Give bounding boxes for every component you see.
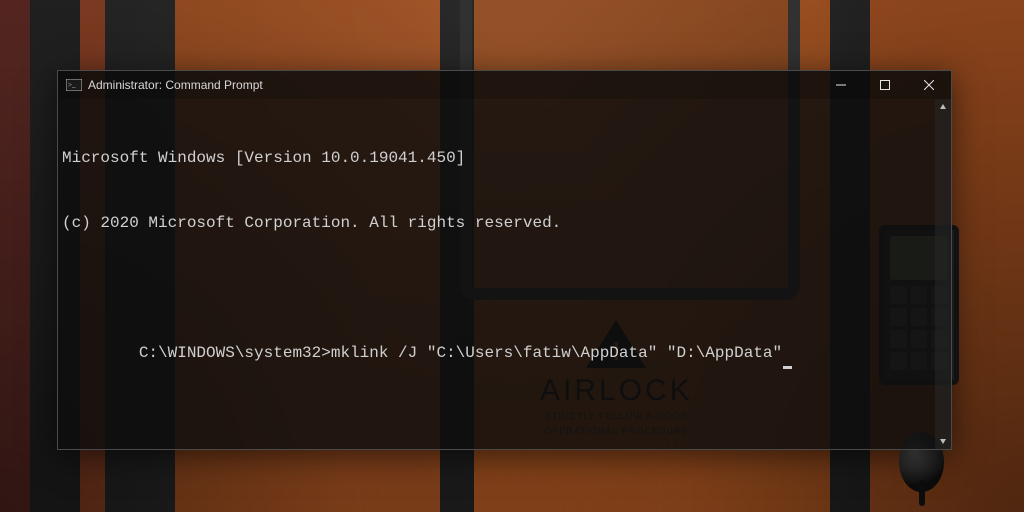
terminal-output[interactable]: Microsoft Windows [Version 10.0.19041.45…	[58, 99, 935, 449]
svg-text:>_: >_	[68, 81, 76, 89]
command-prompt-window: >_ Administrator: Command Prompt Microso…	[57, 70, 952, 450]
vertical-scrollbar[interactable]	[935, 99, 951, 449]
scroll-down-icon[interactable]	[935, 433, 951, 449]
terminal-prompt-line: C:\WINDOWS\system32>mklink /J "C:\Users\…	[62, 321, 927, 386]
terminal-prompt: C:\WINDOWS\system32>	[139, 344, 331, 362]
maximize-button[interactable]	[863, 71, 907, 99]
minimize-button[interactable]	[819, 71, 863, 99]
text-cursor	[783, 366, 792, 369]
window-title: Administrator: Command Prompt	[88, 78, 263, 92]
terminal-line: (c) 2020 Microsoft Corporation. All righ…	[62, 213, 927, 235]
titlebar[interactable]: >_ Administrator: Command Prompt	[58, 71, 951, 99]
close-button[interactable]	[907, 71, 951, 99]
command-prompt-icon: >_	[66, 79, 82, 91]
scrollbar-track[interactable]	[935, 115, 951, 433]
terminal-command: mklink /J "C:\Users\fatiw\AppData" "D:\A…	[331, 344, 782, 362]
terminal-line: Microsoft Windows [Version 10.0.19041.45…	[62, 148, 927, 170]
scroll-up-icon[interactable]	[935, 99, 951, 115]
